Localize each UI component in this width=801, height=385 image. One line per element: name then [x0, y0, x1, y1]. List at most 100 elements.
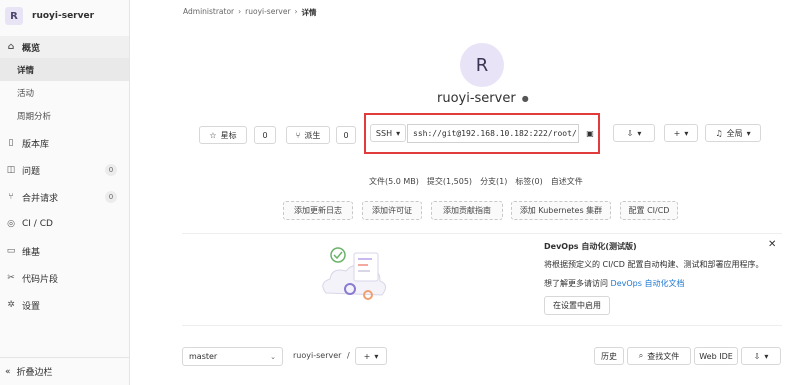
sidebar-project-header[interactable]: R ruoyi-server	[0, 0, 129, 32]
sidebar-item-label: 问题	[22, 166, 41, 177]
collapse-sidebar-button[interactable]: « 折叠边栏	[0, 357, 130, 385]
book-icon: ▯	[8, 138, 14, 148]
find-file-label: 查找文件	[647, 351, 680, 361]
repo-path: ruoyi-server /	[293, 351, 350, 360]
project-title: ruoyi-server ●	[437, 91, 529, 106]
merge-requests-count-badge: 0	[105, 191, 117, 203]
project-name: ruoyi-server	[437, 91, 516, 106]
branch-selector[interactable]: master ⌄	[182, 347, 283, 366]
fork-label: 派生	[304, 130, 321, 140]
public-visibility-icon: ●	[521, 94, 529, 103]
download-dropdown[interactable]: ⇩ ▾	[613, 124, 655, 142]
add-contributing-button[interactable]: 添加贡献指南	[431, 201, 503, 220]
sidebar-item-wiki[interactable]: ▭ 维基	[0, 240, 129, 262]
sidebar-subitem-activity[interactable]: 活动	[0, 81, 129, 104]
star-label: 星标	[220, 130, 237, 140]
sidebar-item-label: 合并请求	[22, 193, 59, 204]
chevron-down-icon: ▾	[396, 128, 401, 138]
clone-protocol-label: SSH	[375, 128, 393, 138]
breadcrumb: Administrator › ruoyi-server › 详情	[183, 7, 317, 18]
download-icon: ⇩	[753, 351, 761, 361]
chevron-right-icon: ›	[294, 7, 298, 16]
sidebar-item-overview[interactable]: ⌂ 概览	[0, 36, 129, 58]
sidebar-item-settings[interactable]: ✲ 设置	[0, 294, 129, 316]
notification-label: 全局	[726, 128, 743, 138]
issues-icon: ◫	[6, 165, 16, 175]
stat-tags[interactable]: 标签(0)	[515, 176, 542, 187]
copy-url-button[interactable]: ▣	[582, 124, 598, 142]
add-changelog-button[interactable]: 添加更新日志	[283, 201, 353, 220]
download-icon: ⇩	[626, 128, 634, 138]
sidebar-subitem-details[interactable]: 详情	[0, 58, 129, 81]
sidebar-item-label: 代码片段	[22, 274, 59, 285]
sidebar-item-label: 版本库	[22, 139, 50, 150]
copy-icon: ▣	[586, 128, 594, 138]
history-button[interactable]: 历史	[594, 347, 624, 365]
sidebar-item-ci-cd[interactable]: ◎ CI / CD	[0, 213, 129, 235]
sidebar-item-label: 概览	[22, 43, 41, 54]
star-count[interactable]: 0	[254, 126, 276, 144]
notification-dropdown[interactable]: ♫ 全局 ▾	[705, 124, 761, 142]
chevron-down-icon: ▾	[764, 351, 769, 361]
stat-branches[interactable]: 分支(1)	[480, 176, 507, 187]
breadcrumb-item-project[interactable]: ruoyi-server	[245, 7, 290, 18]
issues-count-badge: 0	[105, 164, 117, 176]
clone-url-field[interactable]: ssh://git@192.168.10.182:222/root/ruoyi-…	[407, 124, 579, 143]
stat-readme[interactable]: 自述文件	[551, 176, 583, 187]
web-ide-button[interactable]: Web IDE	[694, 347, 738, 365]
sidebar-item-issues[interactable]: ◫ 问题 0	[0, 159, 129, 181]
clone-protocol-dropdown[interactable]: SSH ▾	[370, 124, 406, 142]
breadcrumb-item-current[interactable]: 详情	[302, 7, 317, 18]
bell-icon: ♫	[715, 128, 723, 138]
add-kubernetes-cluster-button[interactable]: 添加 Kubernetes 集群	[511, 201, 611, 220]
devops-more-prefix: 想了解更多请访问	[544, 279, 611, 288]
branch-name: master	[189, 352, 218, 361]
sidebar-item-snippets[interactable]: ✂ 代码片段	[0, 267, 129, 289]
plus-icon: +	[673, 128, 681, 138]
sidebar-item-repository[interactable]: ▯ 版本库	[0, 132, 129, 154]
search-icon: ⌕	[638, 351, 644, 360]
snippet-icon: ✂	[7, 273, 15, 283]
find-file-button[interactable]: ⌕ 查找文件	[627, 347, 691, 365]
sidebar-item-merge-requests[interactable]: ⑂ 合并请求 0	[0, 186, 129, 208]
project-avatar: R	[5, 7, 23, 25]
sidebar-project-name: ruoyi-server	[32, 11, 95, 21]
devops-description: 将根据预定义的 CI/CD 配置自动构建、测试和部署应用程序。	[544, 260, 764, 269]
enable-in-settings-button[interactable]: 在设置中启用	[544, 296, 610, 315]
rocket-icon: ◎	[7, 219, 15, 229]
sidebar-item-label: CI / CD	[22, 219, 53, 229]
chevron-right-icon: ›	[238, 7, 242, 16]
fork-count[interactable]: 0	[336, 126, 356, 144]
repo-path-separator: /	[346, 351, 350, 360]
fork-button[interactable]: ⑂ 派生	[286, 126, 330, 144]
devops-more-info: 想了解更多请访问 DevOps 自动化文档	[544, 278, 684, 289]
project-avatar-large: R	[460, 43, 504, 87]
configure-ci-cd-button[interactable]: 配置 CI/CD	[620, 201, 678, 220]
download-source-dropdown[interactable]: ⇩ ▾	[741, 347, 781, 365]
breadcrumb-item-namespace[interactable]: Administrator	[183, 7, 234, 18]
chevron-down-icon: ▾	[746, 128, 751, 138]
devops-docs-link[interactable]: DevOps 自动化文档	[611, 279, 685, 288]
project-stats: 文件(5.0 MB) 提交(1,505) 分支(1) 标签(0) 自述文件	[369, 176, 583, 187]
star-button[interactable]: ☆ 星标	[199, 126, 247, 144]
stat-commits[interactable]: 提交(1,505)	[427, 176, 472, 187]
chevron-down-icon: ⌄	[270, 352, 276, 361]
add-to-tree-dropdown[interactable]: + ▾	[355, 347, 387, 365]
chevron-down-icon: ▾	[684, 128, 689, 138]
sidebar-subitem-cycle-analytics[interactable]: 周期分析	[0, 104, 129, 127]
repo-path-root[interactable]: ruoyi-server	[293, 351, 341, 360]
sidebar-item-label: 设置	[22, 301, 41, 312]
stat-files[interactable]: 文件(5.0 MB)	[369, 176, 419, 187]
home-icon: ⌂	[7, 42, 15, 52]
devops-illustration	[322, 247, 386, 300]
merge-icon: ⑂	[8, 192, 14, 202]
collapse-sidebar-label: 折叠边栏	[16, 368, 53, 378]
add-dropdown[interactable]: + ▾	[664, 124, 698, 142]
chevron-down-icon: ▾	[637, 128, 642, 138]
chevron-down-icon: ▾	[374, 351, 379, 361]
close-icon[interactable]: ✕	[768, 239, 776, 250]
sidebar-item-label: 维基	[22, 247, 41, 258]
gear-icon: ✲	[7, 300, 15, 310]
add-license-button[interactable]: 添加许可证	[362, 201, 422, 220]
web-ide-label: Web IDE	[699, 351, 733, 361]
